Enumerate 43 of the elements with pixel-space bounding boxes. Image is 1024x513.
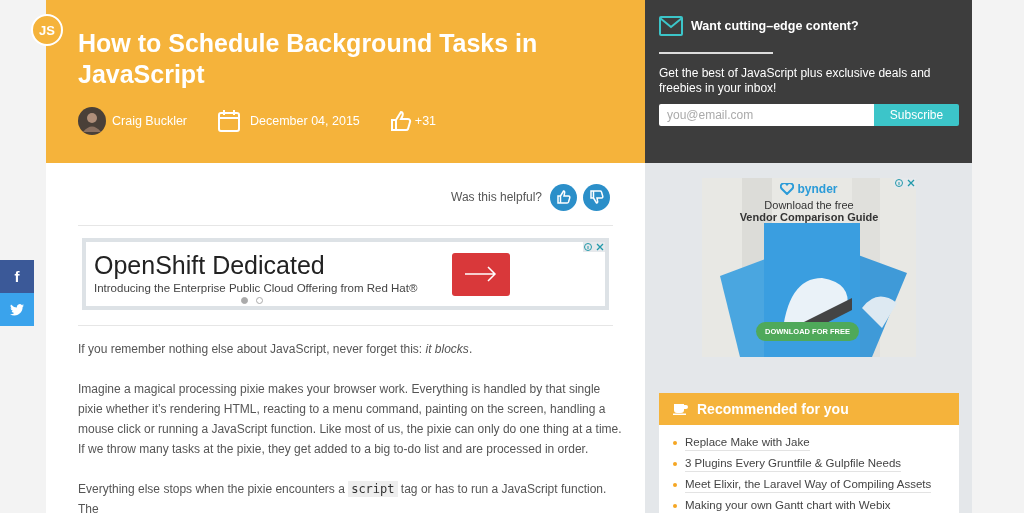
thumbs-up-icon [556,190,571,204]
ad-choices-icon[interactable] [583,242,605,252]
carousel-dot[interactable] [241,297,248,304]
bullet-icon [673,503,677,508]
twitter-button[interactable] [0,293,34,326]
thumbs-down-icon [589,190,604,204]
ad-banner[interactable]: OpenShift Dedicated Introducing the Enterprise Public Cloud Offering from Red Hat® [82,238,609,310]
facebook-button[interactable]: f [0,260,34,293]
avatar-icon [78,107,106,135]
newsletter-text: Get the best of JavaScript plus exclusive deals and freebies in your inbox! [659,66,932,96]
recommended-title: Recommended for you [697,401,849,417]
calendar-icon [217,109,242,133]
bullet-icon [673,482,677,487]
thumbs-up-button[interactable] [550,183,577,211]
recommended-link[interactable]: Making your own Gantt chart with Webix [685,497,891,513]
thumbs-up-icon[interactable] [389,110,412,132]
recommended-link[interactable]: Meet Elixir, the Laravel Way of Compiling Assets [685,476,932,493]
ad-choices-icon[interactable] [894,178,916,188]
email-field[interactable]: you@email.com [659,104,874,126]
ad-arrow-button[interactable] [452,252,510,296]
bullet-icon [673,440,677,445]
article-paragraph: Everything else stops when the pixie encounters a script tag or has to run a JavaScript function. The [78,480,608,513]
helpful-question: Was this helpful? [451,190,542,204]
publish-date: December 04, 2015 [250,114,360,128]
mail-icon [659,16,683,36]
like-count: +31 [414,114,437,128]
ad-text: Introducing the Enterprise Public Cloud Offering from Red Hat® [94,281,419,294]
heart-logo-icon [780,183,795,195]
brand-logo: bynder [780,182,838,196]
thumbs-down-button[interactable] [583,183,610,211]
arrow-right-icon [465,266,497,282]
bullet-icon [673,461,677,466]
article-paragraph: Imagine a magical processing pixie makes your browser work. Everything is handled by that single pixie whether it’s rendering HTML, reacting to a menu command, painting on the screen, handling a mouse click or running a JavaScript function. Like most of us, the pixie can only do one thing at a time. If we throw many tasks at the pixie, they get added to a big to-do list and are processed in order. [78,381,623,458]
article-title: How to Schedule Background Tasks in JavaScript [78,28,538,90]
ad-headline: OpenShift Dedicated [94,250,326,279]
recommended-link[interactable]: 3 Plugins Every Gruntfile & Gulpfile Needs [685,455,902,472]
bird-icon [10,303,24,316]
article-paragraph: If you remember nothing else about JavaScript, never forget this: it blocks. [78,341,474,358]
newsletter-heading: Want cutting–edge content? [691,19,859,33]
recommended-link[interactable]: Replace Make with Jake [685,434,810,451]
ad-line: Download the free [764,199,854,211]
ad-line: Vendor Comparison Guide [739,211,879,223]
cup-icon [673,403,689,415]
